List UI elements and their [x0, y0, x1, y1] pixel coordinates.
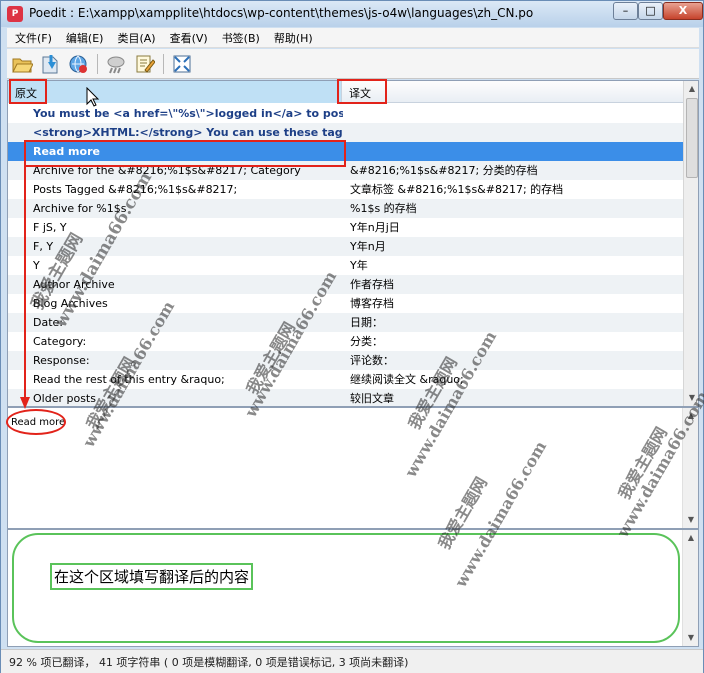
translation-cell: Y年n月: [350, 240, 386, 253]
close-button[interactable]: X: [663, 2, 703, 20]
menu-catalog[interactable]: 类目(A): [109, 28, 161, 46]
translation-cell: &#8216;%1$s&#8217; 分类的存档: [350, 164, 538, 177]
poedit-app-icon: P: [7, 6, 23, 22]
annotation-red-box-original: [9, 79, 47, 104]
maximize-button[interactable]: □: [638, 2, 663, 20]
translation-cell: 文章标签 &#8216;%1$s&#8217; 的存档: [350, 183, 564, 196]
poedit-window: P Poedit : E:\xampp\xampplite\htdocs\wp-…: [0, 0, 704, 673]
translation-cell: Y年: [350, 259, 368, 272]
original-cell: Older posts: [33, 392, 96, 405]
title-bar: P Poedit : E:\xampp\xampplite\htdocs\wp-…: [1, 1, 703, 27]
translation-cell: 日期：: [350, 316, 383, 329]
table-row[interactable]: Blog Archives 博客存档: [8, 294, 683, 313]
original-cell: Read the rest of this entry &raquo;: [33, 373, 225, 386]
table-row[interactable]: Date: 日期：: [8, 313, 683, 332]
translation-cell: 评论数：: [350, 354, 394, 367]
translation-cell: 博客存档: [350, 297, 394, 310]
column-header-original[interactable]: 原文: [8, 81, 342, 103]
list-scrollbar[interactable]: ▲ ▼: [683, 81, 698, 406]
translation-edit-pane[interactable]: 在这个区域填写翻译后的内容 ▲ ▼: [7, 529, 699, 647]
scroll-thumb[interactable]: [686, 98, 698, 178]
translation-cell: %1$s 的存档: [350, 202, 417, 215]
toolbar: [7, 49, 699, 79]
source-text-pane[interactable]: Read more ▲ ▼: [7, 407, 699, 529]
annotation-red-box-translation: [337, 79, 387, 104]
fullscreen-icon[interactable]: [171, 53, 193, 75]
status-bar: 92 % 项已翻译， 41 项字符串 ( 0 项是模糊翻译, 0 项是错误标记,…: [1, 649, 703, 673]
original-cell: F jS, Y: [33, 221, 67, 234]
save-icon[interactable]: [39, 53, 61, 75]
table-row[interactable]: Author Archive 作者存档: [8, 275, 683, 294]
translation-cell: 分类：: [350, 335, 383, 348]
mouse-cursor-icon: [86, 87, 100, 107]
translation-cell: Y年n月j日: [350, 221, 400, 234]
menu-view[interactable]: 查看(V): [162, 28, 214, 46]
table-row[interactable]: Archive for %1$s %1$s 的存档: [8, 199, 683, 218]
table-row[interactable]: You must be <a href=\"%s\">logged in</a>…: [8, 104, 683, 123]
annotation-hint: 在这个区域填写翻译后的内容: [50, 563, 254, 590]
original-cell: Response:: [33, 354, 90, 367]
original-cell: Archive for %1$s: [33, 202, 127, 215]
open-icon[interactable]: [11, 53, 33, 75]
table-row[interactable]: Posts Tagged &#8216;%1$s&#8217; 文章标签 &#82…: [8, 180, 683, 199]
annotation-red-box-selected: [24, 140, 346, 167]
translation-cell: 作者存档: [350, 278, 394, 291]
menu-file[interactable]: 文件(F): [7, 28, 58, 46]
menu-help[interactable]: 帮助(H): [266, 28, 319, 46]
menu-bar: 文件(F) 编辑(E) 类目(A) 查看(V) 书签(B) 帮助(H): [7, 28, 699, 48]
status-text: 92 % 项已翻译， 41 项字符串 ( 0 项是模糊翻译, 0 项是错误标记,…: [9, 656, 409, 669]
minimize-button[interactable]: –: [613, 2, 638, 20]
menu-edit[interactable]: 编辑(E): [58, 28, 110, 46]
update-catalog-icon[interactable]: [67, 53, 89, 75]
menu-bookmarks[interactable]: 书签(B): [214, 28, 266, 46]
table-row[interactable]: Category: 分类：: [8, 332, 683, 351]
toolbar-separator: [163, 54, 164, 74]
annotation-red-ellipse: [6, 409, 66, 435]
validate-icon[interactable]: [105, 53, 127, 75]
translation-scrollbar[interactable]: ▲ ▼: [682, 530, 698, 646]
toolbar-separator: [97, 54, 98, 74]
window-title: Poedit : E:\xampp\xampplite\htdocs\wp-co…: [29, 6, 534, 20]
scroll-up-icon[interactable]: ▲: [683, 530, 699, 546]
comment-icon[interactable]: [133, 53, 155, 75]
column-header-translation[interactable]: 译文: [342, 81, 683, 103]
translation-cell: 继续阅读全文 &raquo;: [350, 373, 464, 386]
translation-cell: 较旧文章: [350, 392, 394, 405]
scroll-up-icon[interactable]: ▲: [684, 81, 698, 97]
scroll-down-icon[interactable]: ▼: [683, 512, 699, 528]
original-cell: You must be <a href=\"%s\">logged in</a>…: [33, 107, 343, 120]
original-cell: Posts Tagged &#8216;%1$s&#8217;: [33, 183, 238, 196]
scroll-down-icon[interactable]: ▼: [683, 630, 699, 646]
